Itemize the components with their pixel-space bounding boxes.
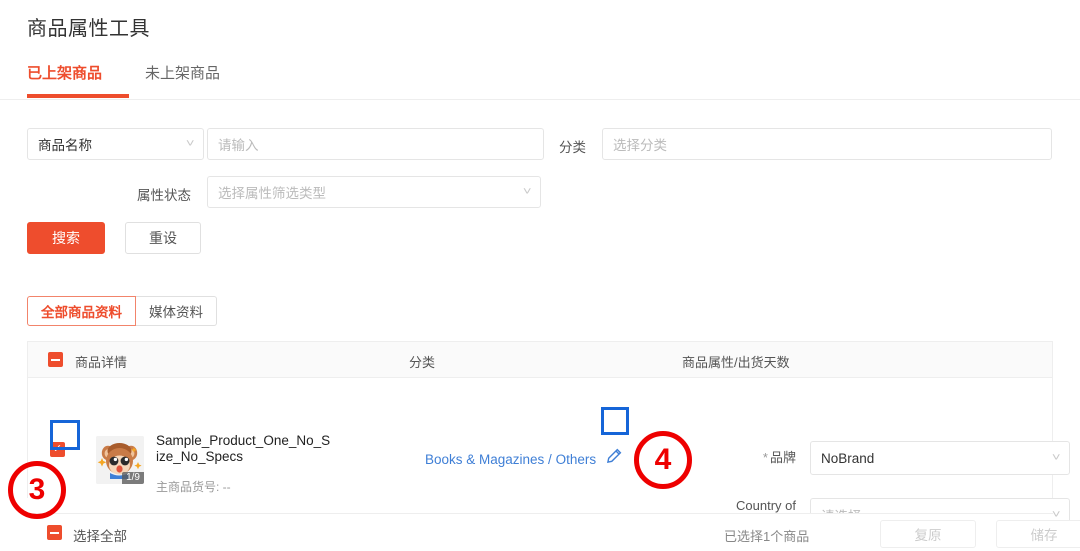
search-field-type-select[interactable]: 商品名称 ˅ — [27, 128, 204, 160]
attribute-label-brand: * 品牌 — [720, 450, 796, 465]
reset-button[interactable]: 重设 — [125, 222, 201, 254]
annotation-highlight-edit-icon — [601, 407, 629, 435]
product-attribute-tool-page: 商品属性工具 已上架商品 未上架商品 商品名称 ˅ 请输入 分类 选择分类 属性… — [0, 0, 1080, 551]
table-row: ✓ 1/9 Sample_Product_One_No_Size_No_Spec… — [28, 378, 1070, 532]
attribute-status-select[interactable]: 选择属性筛选类型 ˅ — [207, 176, 541, 208]
select-all-label[interactable]: 选择全部 — [73, 525, 127, 545]
category-filter-placeholder: 选择分类 — [613, 138, 667, 153]
category-filter-input[interactable]: 选择分类 — [602, 128, 1052, 160]
tab-bar: 已上架商品 未上架商品 — [0, 58, 1080, 100]
select-all-footer-checkbox[interactable] — [47, 525, 62, 540]
annotation-step-4: 4 — [634, 431, 692, 489]
segment-media-data[interactable]: 媒体资料 — [136, 296, 217, 326]
data-scope-segmented-control: 全部商品资料 媒体资料 — [27, 296, 217, 326]
chevron-down-icon: ˅ — [1051, 451, 1061, 464]
selection-count-text: 已选择1个商品 — [724, 529, 810, 544]
category-filter-label: 分类 — [559, 140, 586, 155]
product-name-input-placeholder: 请输入 — [218, 138, 259, 153]
annotation-step-3: 3 — [8, 461, 66, 519]
category-path-link[interactable]: Books & Magazines / Others — [425, 452, 596, 467]
product-name-input[interactable]: 请输入 — [207, 128, 544, 160]
table-footer-bar: 选择全部 已选择1个商品 复原 储存 — [27, 513, 1080, 551]
thumbnail-image-count-badge: 1/9 — [122, 472, 144, 484]
product-sku-label: 主商品货号: -- — [156, 480, 231, 494]
select-all-header-checkbox[interactable] — [48, 352, 63, 367]
search-button[interactable]: 搜索 — [27, 222, 105, 254]
tab-unlisted-products[interactable]: 未上架商品 — [145, 62, 220, 83]
column-header-category: 分类 — [409, 355, 436, 370]
product-thumbnail[interactable]: 1/9 — [96, 436, 144, 484]
chevron-down-icon: ˅ — [522, 185, 532, 198]
attribute-status-placeholder: 选择属性筛选类型 — [218, 186, 326, 201]
attribute-status-label: 属性状态 — [137, 188, 191, 203]
tab-listed-products[interactable]: 已上架商品 — [27, 62, 102, 83]
brand-select[interactable]: NoBrand ˅ — [810, 441, 1070, 475]
table-header-row: 商品详情 分类 商品属性/出货天数 — [28, 342, 1052, 378]
restore-button[interactable]: 复原 — [880, 520, 976, 548]
search-field-type-value: 商品名称 — [38, 138, 92, 153]
attribute-label-brand-text: 品牌 — [769, 450, 796, 465]
active-tab-indicator — [27, 94, 129, 98]
segment-all-product-data[interactable]: 全部商品资料 — [27, 296, 136, 326]
product-table: 商品详情 分类 商品属性/出货天数 ✓ 1/9 Sample_Product_O… — [27, 341, 1070, 532]
product-name: Sample_Product_One_No_Size_No_Specs — [156, 433, 331, 464]
edit-pencil-icon[interactable] — [606, 448, 622, 464]
brand-select-value: NoBrand — [821, 450, 875, 466]
chevron-down-icon: ˅ — [185, 137, 195, 150]
save-button[interactable]: 储存 — [996, 520, 1080, 548]
annotation-highlight-row-checkbox — [50, 420, 80, 450]
column-header-attributes: 商品属性/出货天数 — [682, 355, 790, 370]
page-title: 商品属性工具 — [27, 18, 150, 40]
required-marker: * — [762, 450, 768, 465]
column-header-product-detail: 商品详情 — [75, 355, 128, 370]
